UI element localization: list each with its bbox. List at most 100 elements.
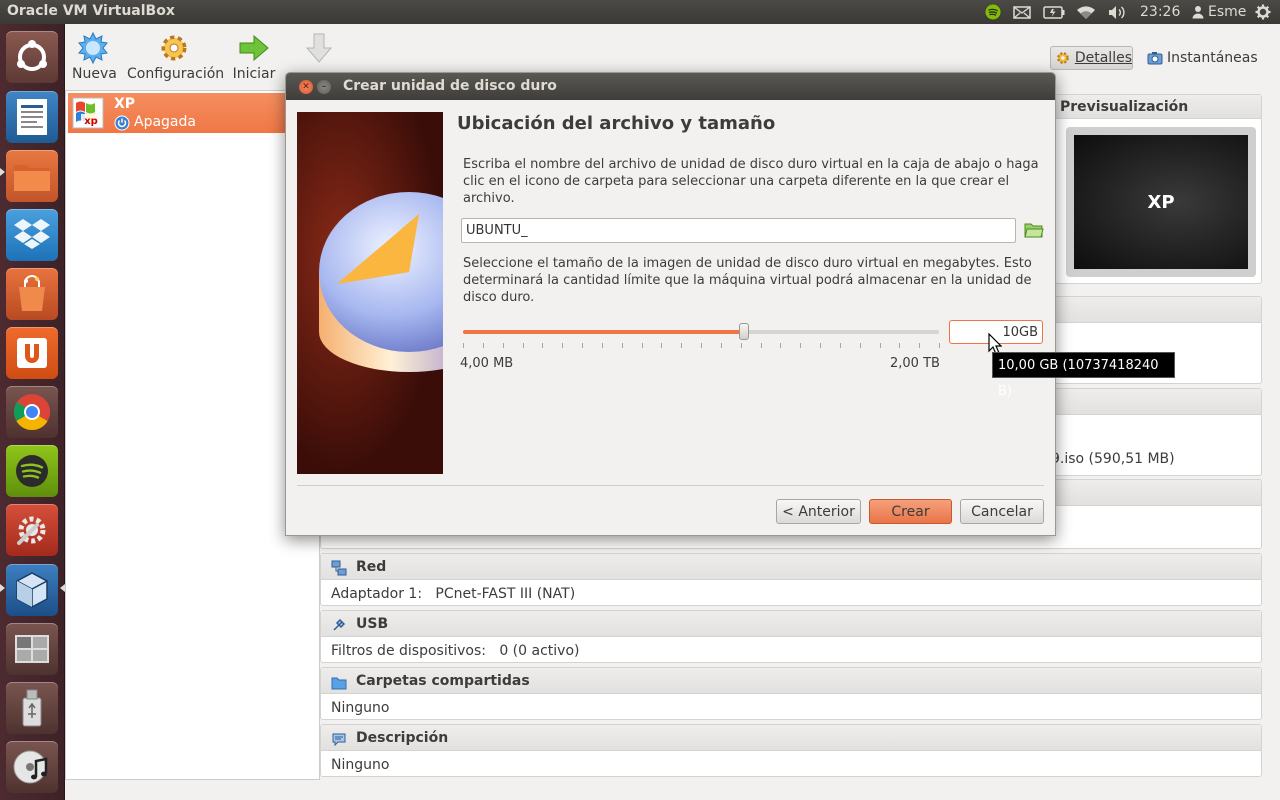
camera-icon [1147,52,1163,65]
windows-xp-icon: xp [72,97,104,129]
cd-music-icon[interactable] [6,741,58,793]
wifi-icon[interactable] [1076,3,1096,21]
back-button-label: < Anterior [782,503,855,520]
create-button-label: Crear [891,503,930,520]
slider-tick [919,343,921,348]
network-adapter-value: PCnet-FAST III (NAT) [435,586,576,602]
slider-tick [502,343,504,348]
workspace-switcher-icon[interactable] [6,623,58,675]
tab-details[interactable]: Detalles [1050,46,1133,70]
slider-max-label: 2,00 TB [890,356,940,371]
start-label: Iniciar [232,66,276,82]
size-slider-fill [463,330,744,334]
vm-name: XP [114,96,136,112]
slider-tick [482,343,484,348]
spotify-icon[interactable] [984,3,1002,21]
top-panel: Oracle VM VirtualBox 23:26 Esme [0,0,1280,24]
file-name-input[interactable] [461,218,1016,243]
power-icon[interactable] [1254,3,1272,21]
description-title: Descripción [356,730,449,746]
software-center-icon[interactable] [6,268,58,320]
usb-filters-label: Filtros de dispositivos: [331,643,486,659]
slider-tick [522,343,524,348]
system-settings-icon[interactable] [6,504,58,556]
slider-tick [839,343,841,348]
section-shared-folders: Carpetas compartidas Ninguno [320,667,1262,720]
files-icon[interactable] [6,150,58,202]
clock[interactable]: 23:26 [1140,4,1180,20]
new-starburst-icon [78,32,108,64]
dialog-heading: Ubicación del archivo y tamaño [457,113,776,134]
new-vm-button[interactable]: Nueva [72,30,117,82]
chrome-icon[interactable] [6,386,58,438]
dash-home-icon[interactable] [6,31,58,83]
slider-tick [601,343,603,348]
spotify-launcher-icon[interactable] [6,445,58,497]
slider-tick [542,343,544,348]
settings-button[interactable]: Configuración [127,30,225,82]
preview-panel: Previsualización XP [1055,94,1262,284]
details-gear-icon [1057,52,1069,64]
slider-tick [720,343,722,348]
close-icon[interactable]: ✕ [299,80,313,94]
battery-icon[interactable] [1043,3,1065,21]
slider-tick [939,343,940,348]
vm-list: xp XP Apagada [65,90,320,780]
dialog-title: Crear unidad de disco duro [343,78,557,94]
vm-state: Apagada [134,114,196,130]
file-location-text: Escriba el nombre del archivo de unidad … [463,157,1039,206]
network-adapter-label: Adaptador 1: [331,586,423,602]
size-description-text: Seleccione el tamaño de la imagen de uni… [463,256,1032,305]
slider-tick [621,343,623,348]
gear-icon [161,35,187,61]
dialog-titlebar: ✕ – Crear unidad de disco duro [286,73,1055,100]
create-disk-dialog: ✕ – Crear unidad de disco duro Ubicación… [285,72,1056,536]
tab-snapshots-label: Instantáneas [1167,50,1258,66]
slider-tick [562,343,564,348]
start-button[interactable]: Iniciar [232,30,276,82]
slider-tick [859,343,861,348]
cancel-button[interactable]: Cancelar [960,499,1044,524]
volume-icon[interactable] [1107,3,1129,21]
arrow-down-icon [305,33,333,63]
powered-off-icon [114,115,130,131]
settings-label: Configuración [127,66,225,82]
slider-min-label: 4,00 MB [460,356,514,371]
slider-tick [780,343,782,348]
slider-tick [740,343,742,348]
section-network: Red Adaptador 1: PCnet-FAST III (NAT) [320,553,1262,606]
slider-tick [760,343,762,348]
size-slider-handle[interactable] [738,323,749,340]
section-description: Descripción Ninguno [320,724,1262,777]
mail-icon[interactable] [1012,3,1032,21]
unity-launcher [0,24,65,800]
tab-snapshots[interactable]: Instantáneas [1147,46,1258,70]
folder-browse-icon[interactable] [1024,221,1044,241]
libreoffice-writer-icon[interactable] [6,91,58,143]
minimize-icon[interactable]: – [317,80,331,94]
slider-tick [899,343,901,348]
discard-button[interactable] [302,30,336,66]
description-value: Ninguno [331,757,390,773]
svg-text:xp: xp [84,116,98,127]
size-slider[interactable] [463,323,939,340]
ubuntu-one-icon[interactable] [6,327,58,379]
tab-details-label: Detalles [1074,50,1132,66]
slider-tick [800,343,802,348]
user-name[interactable]: Esme [1208,4,1246,20]
back-button[interactable]: < Anterior [776,499,861,524]
slider-tick [463,343,464,348]
usb-drive-icon[interactable] [6,682,58,734]
virtualbox-icon[interactable] [6,564,58,616]
usb-icon [333,618,346,631]
user-icon[interactable] [1190,3,1206,21]
slider-tick [820,343,821,348]
slider-tick [661,343,663,348]
dropbox-icon[interactable] [6,209,58,261]
vm-list-item[interactable]: xp XP Apagada [68,93,319,133]
usb-title: USB [356,616,389,632]
network-icon [331,560,347,576]
create-button[interactable]: Crear [869,499,952,524]
details-scrollbar[interactable] [1266,90,1280,780]
slider-tick [701,343,702,348]
